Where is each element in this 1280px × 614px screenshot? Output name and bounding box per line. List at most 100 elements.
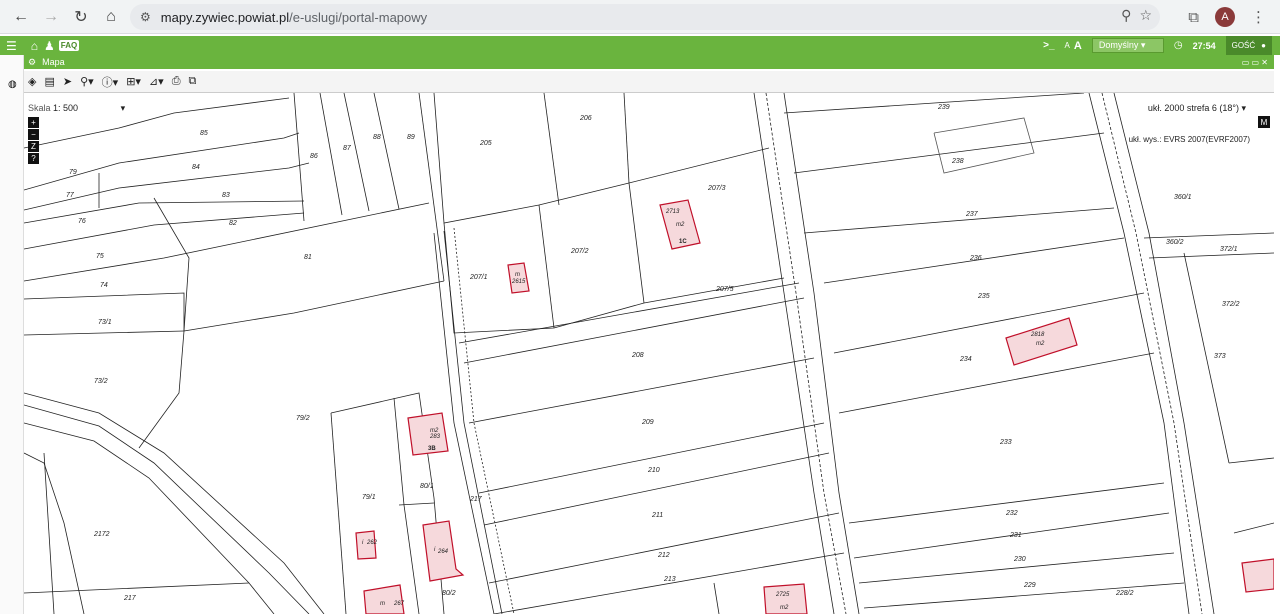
pointer-icon[interactable]: ➤ <box>63 75 72 88</box>
vertical-datum: ukł. wys.: EVRS 2007(EVRF2007) <box>1128 135 1250 144</box>
hamburger-menu-icon[interactable]: ☰ <box>6 39 17 53</box>
zoom-extent-button[interactable]: Z <box>28 141 39 152</box>
forward-icon[interactable]: → <box>36 2 66 32</box>
svg-text:360/1: 360/1 <box>1174 194 1192 201</box>
home-icon[interactable]: ⌂ <box>31 39 38 53</box>
svg-text:372/1: 372/1 <box>1220 246 1238 253</box>
preset-select[interactable]: Domyślny ▾ <box>1091 38 1164 53</box>
svg-text:m2: m2 <box>1036 341 1045 347</box>
side-panel <box>0 55 24 614</box>
svg-text:2713: 2713 <box>665 209 680 215</box>
cadastral-map[interactable]: 85 84 83 82 79 77 76 75 74 73/1 73/2 81 86 87 88 8… <box>24 93 1274 614</box>
svg-text:233: 233 <box>999 439 1012 446</box>
svg-text:230: 230 <box>1013 556 1026 563</box>
reload-icon[interactable]: ↻ <box>66 2 96 32</box>
svg-text:372/2: 372/2 <box>1222 301 1240 308</box>
zoom-controls: + − Z ? <box>28 117 39 164</box>
svg-text:79: 79 <box>69 169 77 176</box>
svg-text:79/2: 79/2 <box>296 415 310 422</box>
console-icon[interactable]: >_ <box>1043 40 1054 51</box>
scale-control[interactable]: Skala 1: 500 ▾ <box>28 103 125 114</box>
svg-text:2818: 2818 <box>1030 332 1045 338</box>
font-large-button[interactable]: A <box>1074 40 1082 52</box>
session-timer: 27:54 <box>1192 40 1216 51</box>
svg-text:m2: m2 <box>676 222 685 228</box>
svg-text:228/2: 228/2 <box>1115 590 1134 597</box>
info-tool-icon[interactable]: ⓘ▾ <box>102 74 119 90</box>
svg-text:264: 264 <box>437 549 449 555</box>
panel-window-controls[interactable]: ▭ ▭ ✕ <box>1242 58 1268 67</box>
svg-text:73/2: 73/2 <box>94 378 108 385</box>
zoom-in-button[interactable]: + <box>28 117 39 128</box>
search-tool-icon[interactable]: ⚲▾ <box>80 75 94 88</box>
svg-text:2172: 2172 <box>93 531 110 538</box>
svg-text:238: 238 <box>951 158 964 165</box>
back-icon[interactable]: ← <box>6 2 36 32</box>
svg-text:86: 86 <box>310 153 318 160</box>
scale-dropdown-icon[interactable]: ▾ <box>121 103 126 113</box>
zoom-icon[interactable]: ⚲ <box>1121 7 1131 24</box>
svg-text:82: 82 <box>229 220 237 227</box>
layers-icon[interactable]: ◈ <box>28 75 36 88</box>
browser-toolbar: ← → ↻ ⌂ ⚙ mapy.zywiec.powiat.pl/e-uslugi… <box>0 0 1280 34</box>
svg-text:85: 85 <box>200 130 208 137</box>
svg-text:210: 210 <box>647 467 660 474</box>
user-icon[interactable]: ♟ <box>44 39 55 53</box>
legend-icon[interactable]: ▤ <box>44 75 54 88</box>
svg-text:211: 211 <box>651 512 663 519</box>
print-icon[interactable]: ⎙ <box>172 75 181 88</box>
svg-text:89: 89 <box>407 134 415 141</box>
zoom-out-button[interactable]: − <box>28 129 39 140</box>
bookmark-star-icon[interactable]: ☆ <box>1139 7 1152 24</box>
address-bar[interactable]: ⚙ mapy.zywiec.powiat.pl/e-uslugi/portal-… <box>130 4 1160 30</box>
svg-text:80/1: 80/1 <box>420 483 434 490</box>
svg-text:229: 229 <box>1023 582 1036 589</box>
svg-text:74: 74 <box>100 282 108 289</box>
font-small-button[interactable]: A <box>1065 41 1070 50</box>
svg-text:373: 373 <box>1214 353 1226 360</box>
help-button[interactable]: ? <box>28 153 39 164</box>
svg-text:209: 209 <box>641 419 654 426</box>
svg-text:212: 212 <box>657 552 670 559</box>
home-icon[interactable]: ⌂ <box>96 2 126 32</box>
svg-text:76: 76 <box>78 218 86 225</box>
svg-text:75: 75 <box>96 253 104 260</box>
crs-m-button[interactable]: M <box>1258 116 1270 128</box>
svg-text:207/3: 207/3 <box>707 185 726 192</box>
map-toolbar: ◈ ▤ ➤ ⚲▾ ⓘ▾ ⊞▾ ⊿▾ ⎙ ⧉ <box>24 71 1274 93</box>
browser-menu-icon[interactable]: ⋮ <box>1251 8 1266 26</box>
svg-text:235: 235 <box>977 293 990 300</box>
user-avatar-icon: ● <box>1261 41 1266 50</box>
site-info-icon[interactable]: ⚙ <box>140 10 151 24</box>
user-button[interactable]: GOŚĆ ● <box>1225 36 1272 55</box>
svg-text:207/2: 207/2 <box>570 248 589 255</box>
svg-text:m: m <box>380 601 385 607</box>
svg-text:207/5: 207/5 <box>715 286 734 293</box>
svg-text:3B: 3B <box>428 446 436 452</box>
export-icon[interactable]: ⧉ <box>189 75 197 88</box>
svg-text:217: 217 <box>123 595 137 602</box>
svg-text:2615: 2615 <box>511 279 526 285</box>
map-panel-title: ⚙ Mapa ▭ ▭ ✕ <box>24 55 1274 69</box>
svg-text:83: 83 <box>222 192 230 199</box>
map-canvas[interactable]: 85 84 83 82 79 77 76 75 74 73/1 73/2 81 86 87 88 8… <box>24 93 1274 614</box>
extensions-icon[interactable]: ⧉ <box>1188 9 1199 26</box>
svg-text:1C: 1C <box>679 239 687 245</box>
map-panel-icon: ⚙ <box>28 56 37 67</box>
crs-selector[interactable]: ukł. 2000 strefa 6 (18°) ▾ <box>1148 103 1246 114</box>
profile-avatar[interactable]: A <box>1215 7 1235 27</box>
svg-text:237: 237 <box>965 211 979 218</box>
svg-text:208: 208 <box>631 352 644 359</box>
svg-text:m: m <box>515 272 520 278</box>
clock-icon: ◷ <box>1173 40 1183 51</box>
globe-icon[interactable]: ◍ <box>8 79 17 90</box>
svg-text:360/2: 360/2 <box>1166 239 1184 246</box>
select-tool-icon[interactable]: ⊞▾ <box>126 75 141 88</box>
svg-text:232: 232 <box>1005 510 1018 517</box>
measure-tool-icon[interactable]: ⊿▾ <box>149 75 164 88</box>
svg-text:262: 262 <box>366 540 378 546</box>
faq-button[interactable]: FAQ <box>58 40 80 51</box>
svg-text:231: 231 <box>1009 532 1022 539</box>
svg-text:73/1: 73/1 <box>98 319 112 326</box>
url-path: /e-uslugi/portal-mapowy <box>289 9 428 25</box>
